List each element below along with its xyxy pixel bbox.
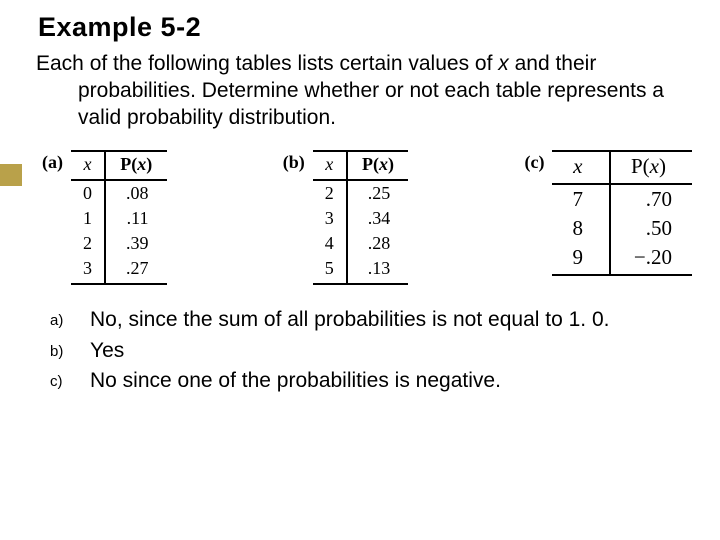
answer-marker: b): [50, 338, 90, 360]
cell-p: .70: [610, 184, 692, 214]
cell-x: 1: [71, 206, 105, 231]
accent-square: [0, 164, 22, 186]
cell-p: .27: [105, 256, 167, 284]
answer-a: a) No, since the sum of all probabilitie…: [50, 307, 688, 334]
cell-x: 3: [71, 256, 105, 284]
answer-text: Yes: [90, 338, 688, 365]
table-label-a: (a): [42, 152, 63, 173]
answer-b: b) Yes: [50, 338, 688, 365]
cell-x: 8: [552, 214, 610, 243]
cell-x: 2: [71, 231, 105, 256]
table-label-b: (b): [283, 152, 305, 173]
cell-p: −.20: [610, 243, 692, 275]
cell-p: .50: [610, 214, 692, 243]
table-block-a: (a) x P(x) 0.08 1.11 2.39 3.27: [42, 150, 167, 285]
table-block-b: (b) x P(x) 2.25 3.34 4.28 5.13: [283, 150, 409, 285]
example-title: Example 5-2: [38, 12, 696, 43]
prompt-text: Each of the following tables lists certa…: [36, 51, 696, 132]
answer-marker: a): [50, 307, 90, 329]
cell-x: 5: [313, 256, 347, 284]
answer-c: c) No since one of the probabilities is …: [50, 368, 688, 395]
answer-text: No since one of the probabilities is neg…: [90, 368, 688, 395]
col-x: x: [552, 151, 610, 184]
cell-x: 9: [552, 243, 610, 275]
table-b: x P(x) 2.25 3.34 4.28 5.13: [313, 150, 409, 285]
col-x: x: [71, 151, 105, 180]
prompt-part1: Each of the following tables lists certa…: [36, 52, 498, 75]
cell-x: 7: [552, 184, 610, 214]
col-px: P(x): [347, 151, 409, 180]
cell-p: .13: [347, 256, 409, 284]
answer-text: No, since the sum of all probabilities i…: [90, 307, 688, 334]
cell-x: 2: [313, 180, 347, 206]
cell-p: .28: [347, 231, 409, 256]
col-px: P(x): [105, 151, 167, 180]
table-a: x P(x) 0.08 1.11 2.39 3.27: [71, 150, 167, 285]
tables-row: (a) x P(x) 0.08 1.11 2.39 3.27 (b) x P(x…: [42, 150, 692, 285]
col-x: x: [313, 151, 347, 180]
cell-p: .39: [105, 231, 167, 256]
cell-p: .08: [105, 180, 167, 206]
cell-p: .25: [347, 180, 409, 206]
cell-x: 3: [313, 206, 347, 231]
answers-list: a) No, since the sum of all probabilitie…: [50, 307, 688, 396]
answer-marker: c): [50, 368, 90, 390]
table-label-c: (c): [525, 152, 545, 173]
table-block-c: (c) x P(x) 7.70 8.50 9−.20: [525, 150, 693, 276]
slide: Example 5-2 Each of the following tables…: [0, 0, 720, 540]
cell-x: 4: [313, 231, 347, 256]
table-c: x P(x) 7.70 8.50 9−.20: [552, 150, 692, 276]
cell-p: .34: [347, 206, 409, 231]
cell-p: .11: [105, 206, 167, 231]
col-px: P(x): [610, 151, 692, 184]
cell-x: 0: [71, 180, 105, 206]
prompt-var: x: [498, 52, 509, 75]
